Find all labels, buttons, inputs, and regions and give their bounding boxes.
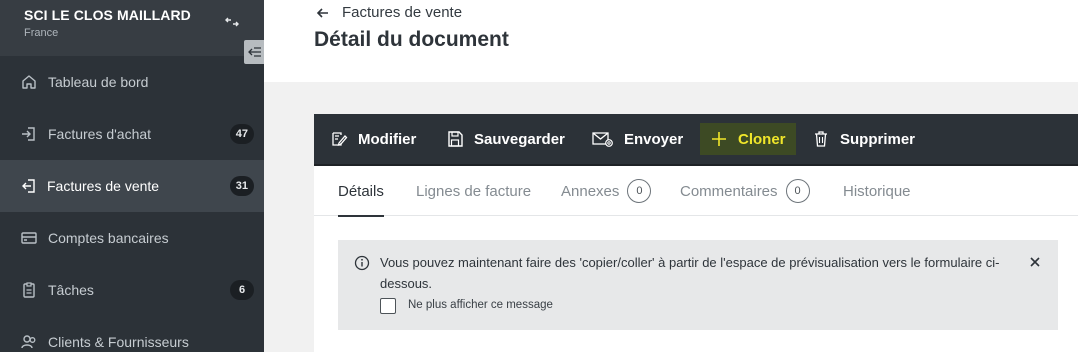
sidebar-item-factures-achat[interactable]: Factures d'achat 47 bbox=[0, 108, 264, 160]
tab-count: 0 bbox=[627, 179, 652, 203]
sidebar-item-taches[interactable]: Tâches 6 bbox=[0, 264, 264, 316]
credit-card-icon bbox=[21, 232, 37, 244]
page-header: Factures de vente Détail du document bbox=[264, 0, 1078, 82]
dont-show-again-checkbox[interactable] bbox=[380, 298, 396, 314]
sidebar-item-label: Factures d'achat bbox=[48, 126, 152, 142]
info-notice: Vous pouvez maintenant faire des 'copier… bbox=[338, 240, 1058, 330]
login-icon bbox=[22, 127, 35, 141]
clone-label: Cloner bbox=[738, 130, 786, 148]
sidebar-item-clients-fournisseurs[interactable]: Clients & Fournisseurs bbox=[0, 316, 264, 352]
count-badge: 47 bbox=[229, 124, 254, 144]
trash-icon bbox=[815, 131, 827, 147]
notice-text: Vous pouvez maintenant faire des 'copier… bbox=[380, 255, 1000, 291]
tab-label: Lignes de facture bbox=[416, 182, 532, 200]
back-link[interactable]: Factures de vente bbox=[316, 4, 462, 21]
page-title: Détail du document bbox=[314, 28, 509, 51]
sidebar: SCI LE CLOS MAILLARD France Tableau de b… bbox=[0, 0, 266, 352]
sidebar-item-label: Clients & Fournisseurs bbox=[48, 334, 189, 350]
sidebar-item-label: Tâches bbox=[48, 282, 94, 298]
count-badge: 6 bbox=[230, 280, 254, 300]
send-button[interactable]: Envoyer bbox=[582, 123, 693, 155]
sidebar-item-comptes-bancaires[interactable]: Comptes bancaires bbox=[0, 212, 264, 264]
tab-label: Commentaires bbox=[680, 182, 778, 200]
modify-label: Modifier bbox=[358, 130, 417, 148]
save-button[interactable]: Sauvegarder bbox=[436, 123, 575, 155]
delete-label: Supprimer bbox=[840, 130, 916, 148]
modify-button[interactable]: Modifier bbox=[320, 123, 426, 155]
sidebar-item-label: Comptes bancaires bbox=[48, 230, 169, 246]
edit-icon bbox=[332, 132, 348, 146]
save-icon bbox=[448, 131, 463, 147]
sidebar-item-label: Factures de vente bbox=[47, 178, 160, 194]
close-icon[interactable] bbox=[1028, 255, 1042, 269]
tab-commentaires[interactable]: Commentaires 0 bbox=[680, 166, 810, 216]
tab-label: Annexes bbox=[561, 182, 620, 200]
tab-historique[interactable]: Historique bbox=[843, 166, 911, 216]
company-name: SCI LE CLOS MAILLARD bbox=[24, 7, 191, 23]
send-label: Envoyer bbox=[624, 130, 684, 148]
sidebar-item-label: Tableau de bord bbox=[48, 74, 149, 90]
company-switcher[interactable]: SCI LE CLOS MAILLARD France bbox=[0, 0, 264, 56]
home-icon bbox=[22, 75, 36, 89]
sidebar-item-factures-vente[interactable]: Factures de vente 31 bbox=[0, 160, 264, 212]
sidebar-item-tableau-de-bord[interactable]: Tableau de bord bbox=[0, 56, 264, 108]
main-content: Factures de vente Détail du document Mod… bbox=[264, 0, 1078, 352]
info-icon bbox=[354, 255, 370, 271]
back-link-label: Factures de vente bbox=[342, 4, 463, 21]
document-panel: Modifier Sauvegarder Envoyer Cloner Supp… bbox=[314, 114, 1078, 352]
clone-button[interactable]: Cloner bbox=[700, 123, 796, 155]
delete-button[interactable]: Supprimer bbox=[802, 123, 925, 155]
tab-label: Historique bbox=[843, 182, 911, 200]
mail-at-icon bbox=[592, 132, 613, 147]
switch-arrows-icon[interactable] bbox=[224, 14, 240, 30]
tab-count: 0 bbox=[785, 179, 810, 203]
tab-annexes[interactable]: Annexes 0 bbox=[561, 166, 652, 216]
checkbox-label: Ne plus afficher ce message bbox=[408, 299, 553, 311]
tab-lignes-de-facture[interactable]: Lignes de facture bbox=[416, 166, 531, 216]
logout-icon bbox=[22, 179, 35, 193]
tab-details[interactable]: Détails bbox=[338, 166, 384, 217]
clipboard-icon bbox=[23, 282, 35, 298]
save-label: Sauvegarder bbox=[474, 130, 565, 148]
count-badge: 31 bbox=[229, 176, 254, 196]
users-icon bbox=[21, 335, 36, 349]
document-tabs: Détails Lignes de facture Annexes 0 Comm… bbox=[314, 166, 1078, 217]
company-country: France bbox=[24, 27, 59, 39]
toolbar: Modifier Sauvegarder Envoyer Cloner Supp… bbox=[314, 114, 1078, 164]
tab-label: Détails bbox=[338, 182, 384, 200]
plus-icon bbox=[712, 132, 726, 146]
arrow-left-icon bbox=[316, 7, 328, 18]
